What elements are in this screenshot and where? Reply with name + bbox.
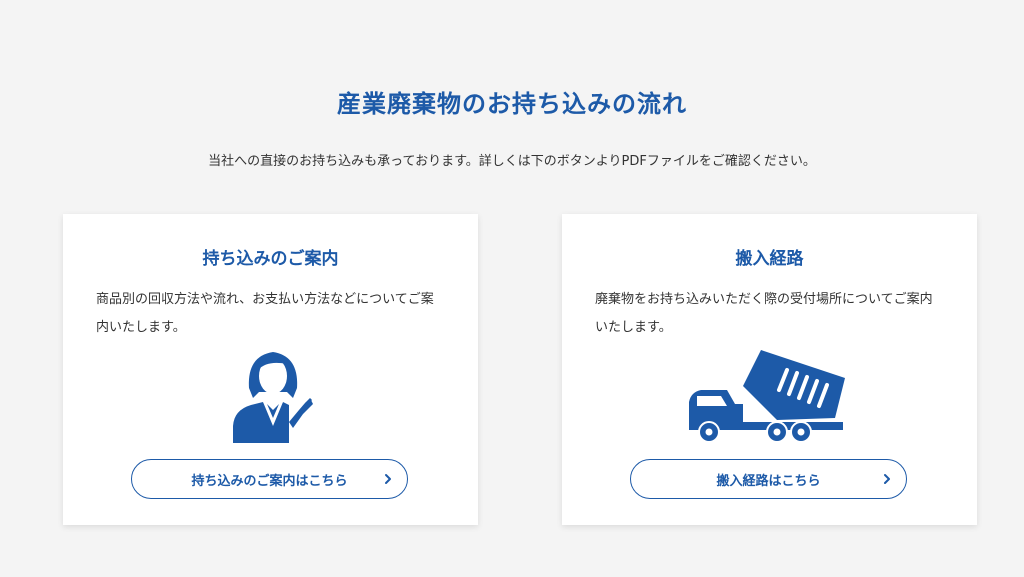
card-description: 廃棄物をお持ち込みいただく際の受付場所についてご案内いたします。 bbox=[595, 292, 933, 335]
card-heading: 搬入経路 bbox=[735, 249, 804, 269]
card-heading: 持ち込みのご案内 bbox=[202, 249, 339, 269]
section-title: 産業廃棄物のお持ち込みの流れ bbox=[337, 90, 687, 118]
button-label: 持ち込みのご案内はこちら bbox=[191, 473, 348, 489]
chevron-right-icon bbox=[385, 474, 391, 484]
card-description: 商品別の回収方法や流れ、お支払い方法などについてご案内いたします。 bbox=[96, 292, 434, 335]
dump-truck-icon bbox=[689, 350, 845, 443]
section-lead: 当社への直接のお持ち込みも承っております。詳しくは下のボタンよりPDFファイルを… bbox=[208, 154, 816, 169]
chevron-right-icon bbox=[884, 474, 890, 484]
guide-button[interactable]: 持ち込みのご案内はこちら bbox=[131, 459, 408, 499]
card-route: 搬入経路 廃棄物をお持ち込みいただく際の受付場所についてご案内いたします。 搬入… bbox=[562, 214, 977, 525]
businesswoman-icon bbox=[233, 352, 313, 443]
route-button[interactable]: 搬入経路はこちら bbox=[630, 459, 907, 499]
button-label: 搬入経路はこちら bbox=[716, 473, 821, 489]
card-guide: 持ち込みのご案内 商品別の回収方法や流れ、お支払い方法などについてご案内いたしま… bbox=[63, 214, 478, 525]
